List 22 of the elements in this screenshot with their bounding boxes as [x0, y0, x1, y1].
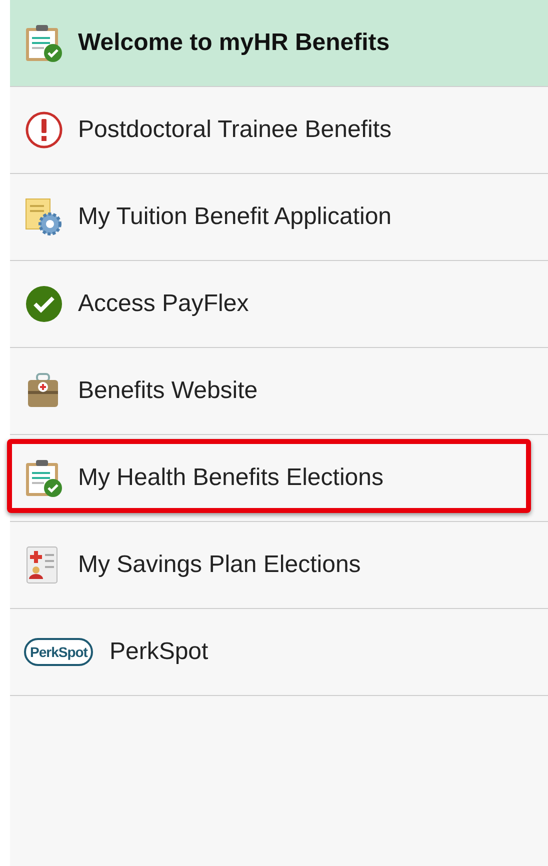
clipboard-check-icon	[24, 23, 64, 63]
menu-item-label: My Tuition Benefit Application	[78, 203, 392, 231]
menu-item-label: Access PayFlex	[78, 290, 249, 318]
menu-item-label: Postdoctoral Trainee Benefits	[78, 116, 392, 144]
document-gear-icon	[24, 197, 64, 237]
menu-item[interactable]: Welcome to myHR Benefits	[10, 0, 548, 87]
alert-icon	[24, 110, 64, 150]
clipboard-check-icon	[24, 458, 64, 498]
menu-item-label: My Savings Plan Elections	[78, 551, 361, 579]
menu-item-label: PerkSpot	[109, 638, 208, 666]
menu-item-label: Benefits Website	[78, 377, 258, 405]
menu-item[interactable]: Postdoctoral Trainee Benefits	[10, 87, 548, 174]
menu-item[interactable]: My Health Benefits Elections	[10, 435, 548, 522]
menu-item[interactable]: My Tuition Benefit Application	[10, 174, 548, 261]
check-circle-icon	[24, 284, 64, 324]
menu-item[interactable]: Access PayFlex	[10, 261, 548, 348]
menu-item[interactable]: My Savings Plan Elections	[10, 522, 548, 609]
menu-item[interactable]: PerkSpot PerkSpot	[10, 609, 548, 696]
menu-item-label: Welcome to myHR Benefits	[78, 29, 390, 57]
menu-item[interactable]: Benefits Website	[10, 348, 548, 435]
menu-item-label: My Health Benefits Elections	[78, 464, 384, 492]
perkspot-logo: PerkSpot	[24, 638, 94, 666]
